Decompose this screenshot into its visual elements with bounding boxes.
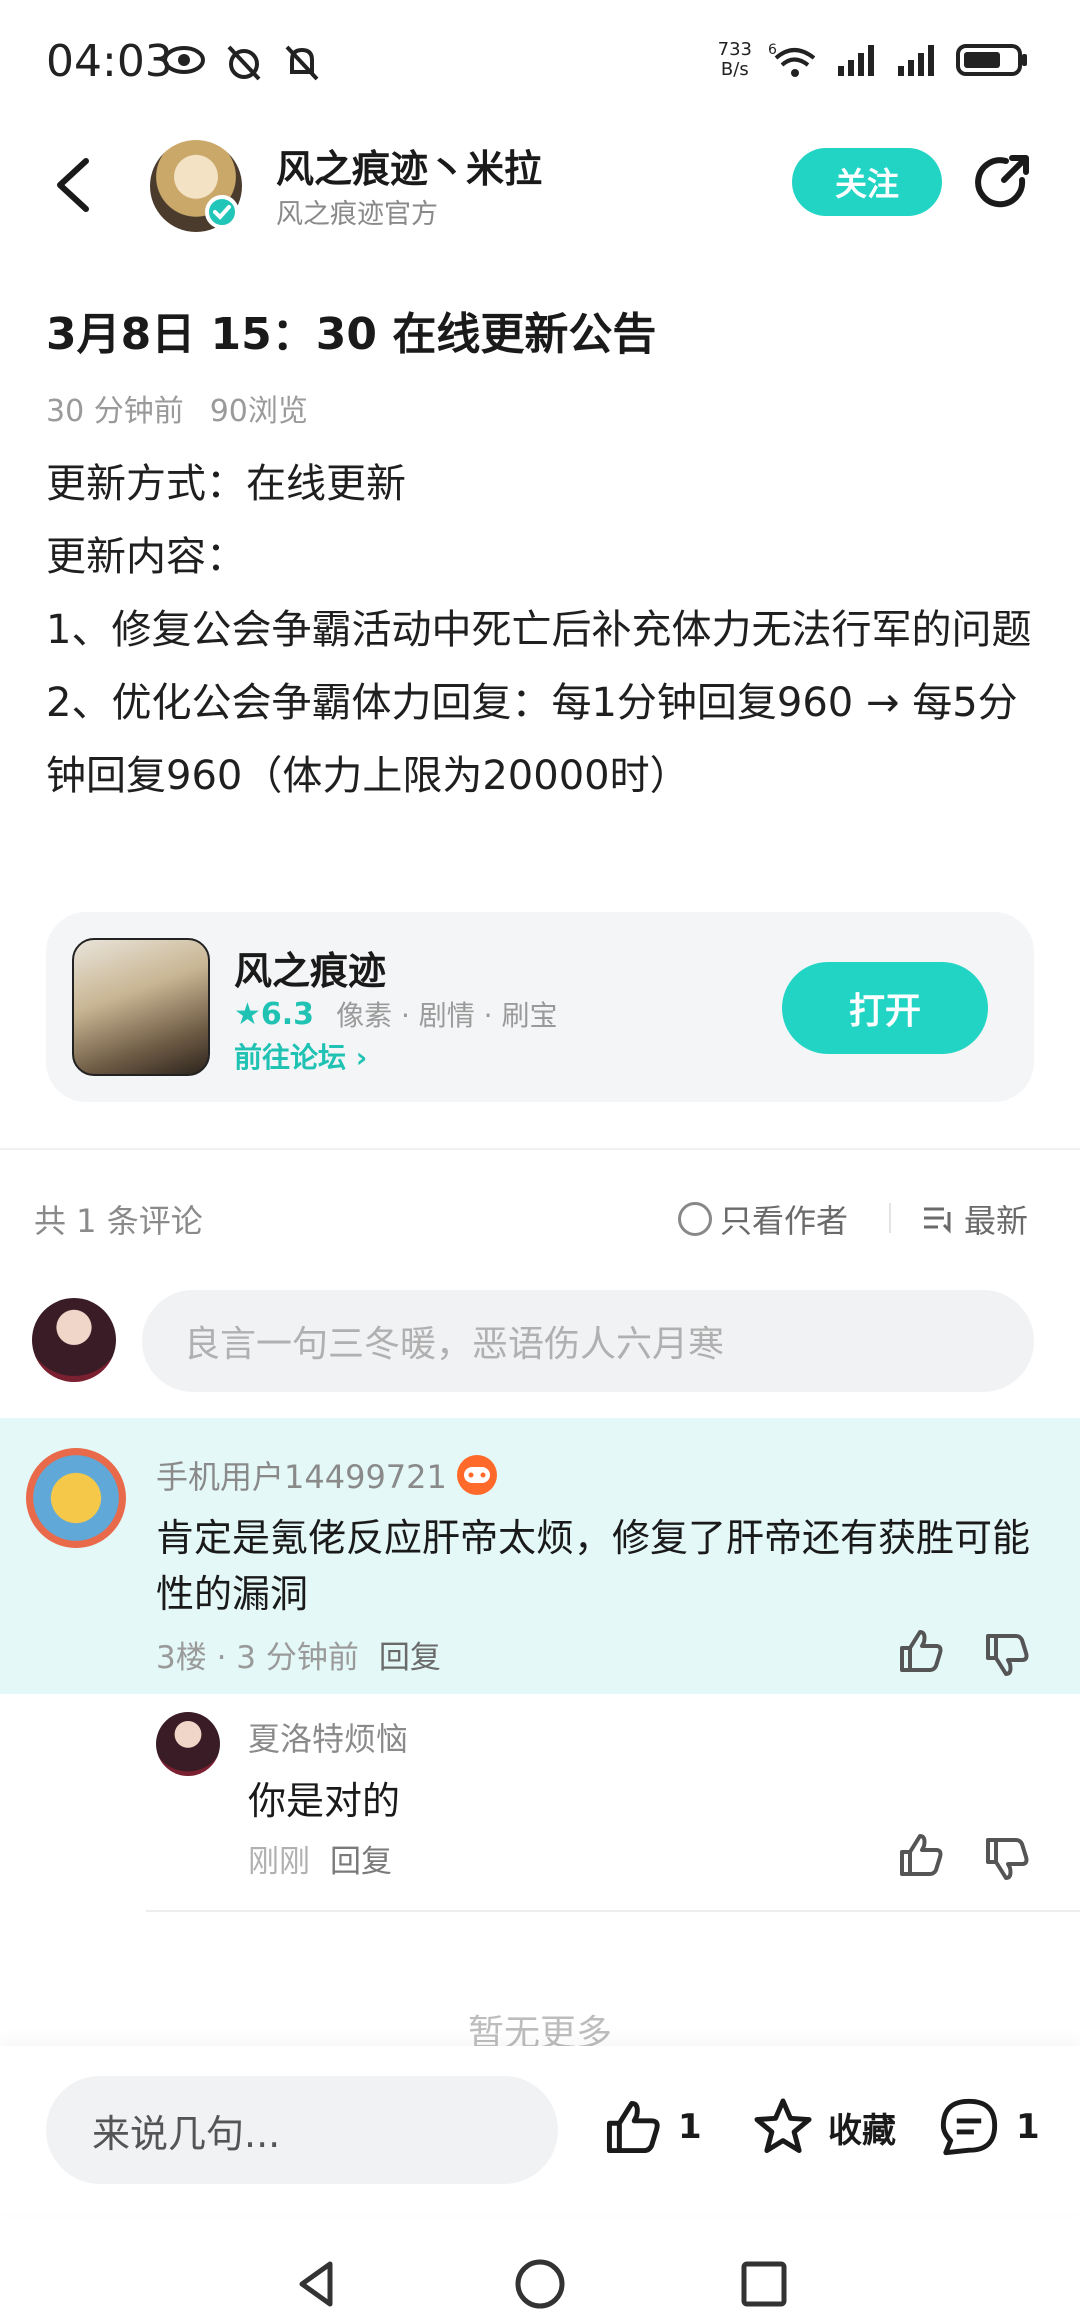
divider <box>889 1203 891 1233</box>
signal-icon <box>838 45 874 76</box>
share-icon[interactable] <box>972 152 1034 214</box>
nav-home-icon[interactable] <box>512 2256 568 2312</box>
signal-icon-2 <box>898 45 934 76</box>
clock: 04:03 <box>46 36 173 87</box>
say-input[interactable]: 来说几句... <box>46 2076 558 2184</box>
post-paragraph: 更新内容： <box>46 534 246 580</box>
post-paragraph: 2、优化公会争霸体力回复：每1分钟回复960 → 每5分钟回复960（体力上限为… <box>46 680 1018 799</box>
post-header: 风之痕迹丶米拉 风之痕迹官方 关注 <box>0 130 1080 240</box>
comment-input[interactable]: 良言一句三冬暖，恶语伤人六月寒 <box>142 1290 1034 1392</box>
follow-button[interactable]: 关注 <box>792 148 942 216</box>
star-outline-icon[interactable] <box>752 2096 814 2158</box>
reply-button[interactable]: 回复 <box>379 1632 441 1677</box>
eye-icon <box>163 46 205 74</box>
comment-text: 肯定是氪佬反应肝帝太烦，修复了肝帝还有获胜可能性的漏洞 <box>156 1516 1031 1616</box>
reply-meta: 刚刚 回复 <box>248 1836 392 1881</box>
status-bar: 04:03 733 B/s 6 <box>0 0 1080 120</box>
gamepad-badge-icon <box>456 1455 497 1495</box>
bottom-action-bar: 来说几句... 1 收藏 1 <box>0 2046 1080 2214</box>
author-subtitle: 风之痕迹官方 <box>276 199 438 230</box>
thumb-down-icon[interactable] <box>982 1630 1032 1680</box>
reply-text: 你是对的 <box>248 1779 401 1823</box>
author-name[interactable]: 风之痕迹丶米拉 <box>276 138 542 193</box>
favorite-button[interactable]: 收藏 <box>752 2096 896 2158</box>
post-paragraph: 更新方式：在线更新 <box>46 461 406 507</box>
system-nav-bar <box>0 2214 1080 2324</box>
my-avatar <box>32 1298 116 1382</box>
thumb-up-icon[interactable] <box>602 2096 664 2158</box>
mute-bell-icon <box>285 45 319 81</box>
comment-username[interactable]: 手机用户14499721 <box>156 1452 497 1498</box>
thumb-up-icon[interactable] <box>896 1626 946 1676</box>
post-views: 90浏览 <box>209 394 308 429</box>
battery-icon <box>956 44 1027 76</box>
wifi-icon: 6 <box>768 42 816 77</box>
like-button[interactable]: 1 <box>602 2096 702 2158</box>
post-paragraph: 1、修复公会争霸活动中死亡后补充体力无法行军的问题 <box>46 607 1032 653</box>
reply-avatar[interactable] <box>156 1712 220 1776</box>
comment-floor-time: 3楼 · 3 分钟前 <box>156 1640 359 1676</box>
sort-icon <box>924 1207 951 1234</box>
radio-circle-icon[interactable] <box>678 1202 712 1236</box>
author-only-toggle[interactable]: 只看作者 <box>678 1196 848 1242</box>
sort-button[interactable]: 最新 <box>922 1196 1028 1242</box>
reply-time: 刚刚 <box>248 1844 310 1880</box>
game-card[interactable]: 风之痕迹 ★6.3 像素 · 剧情 · 刷宝 前往论坛 › 打开 <box>46 912 1034 1102</box>
divider <box>0 1148 1080 1150</box>
game-name: 风之痕迹 <box>234 949 387 993</box>
verified-badge-icon <box>205 195 239 229</box>
post-body: 更新方式：在线更新 更新内容： 1、修复公会争霸活动中死亡后补充体力无法行军的问… <box>46 448 1036 813</box>
post-meta: 30 分钟前 90浏览 <box>46 386 308 430</box>
comment-meta: 3楼 · 3 分钟前 回复 <box>156 1632 441 1677</box>
game-icon[interactable] <box>72 938 210 1076</box>
alarm-off-icon <box>227 45 261 81</box>
thumb-down-icon[interactable] <box>982 1834 1032 1884</box>
chevron-right-icon: › <box>355 1041 368 1074</box>
open-game-button[interactable]: 打开 <box>782 962 988 1054</box>
forum-link[interactable]: 前往论坛 › <box>234 1036 367 1076</box>
reply-username[interactable]: 夏洛特烦恼 <box>248 1714 408 1760</box>
star-icon: ★ <box>234 996 261 1032</box>
reply-button[interactable]: 回复 <box>330 1836 392 1881</box>
thumb-up-icon[interactable] <box>896 1830 946 1880</box>
game-rating: ★6.3 <box>234 996 315 1032</box>
game-tags: 像素 · 剧情 · 刷宝 <box>336 999 558 1032</box>
svg-text:6: 6 <box>768 42 777 58</box>
comment-button[interactable]: 1 <box>936 2096 1040 2158</box>
post-time: 30 分钟前 <box>46 394 184 429</box>
comment-avatar[interactable] <box>26 1448 126 1548</box>
post-title: 3月8日 15：30 在线更新公告 <box>46 309 657 360</box>
back-icon[interactable] <box>48 155 98 215</box>
nav-recents-icon[interactable] <box>736 2256 792 2312</box>
nav-back-icon[interactable] <box>290 2256 346 2312</box>
comment-count: 共 1 条评论 <box>34 1202 203 1240</box>
comment-bubble-icon[interactable] <box>936 2096 1002 2158</box>
net-speed: 733 B/s <box>717 39 752 80</box>
divider <box>146 1910 1080 1912</box>
